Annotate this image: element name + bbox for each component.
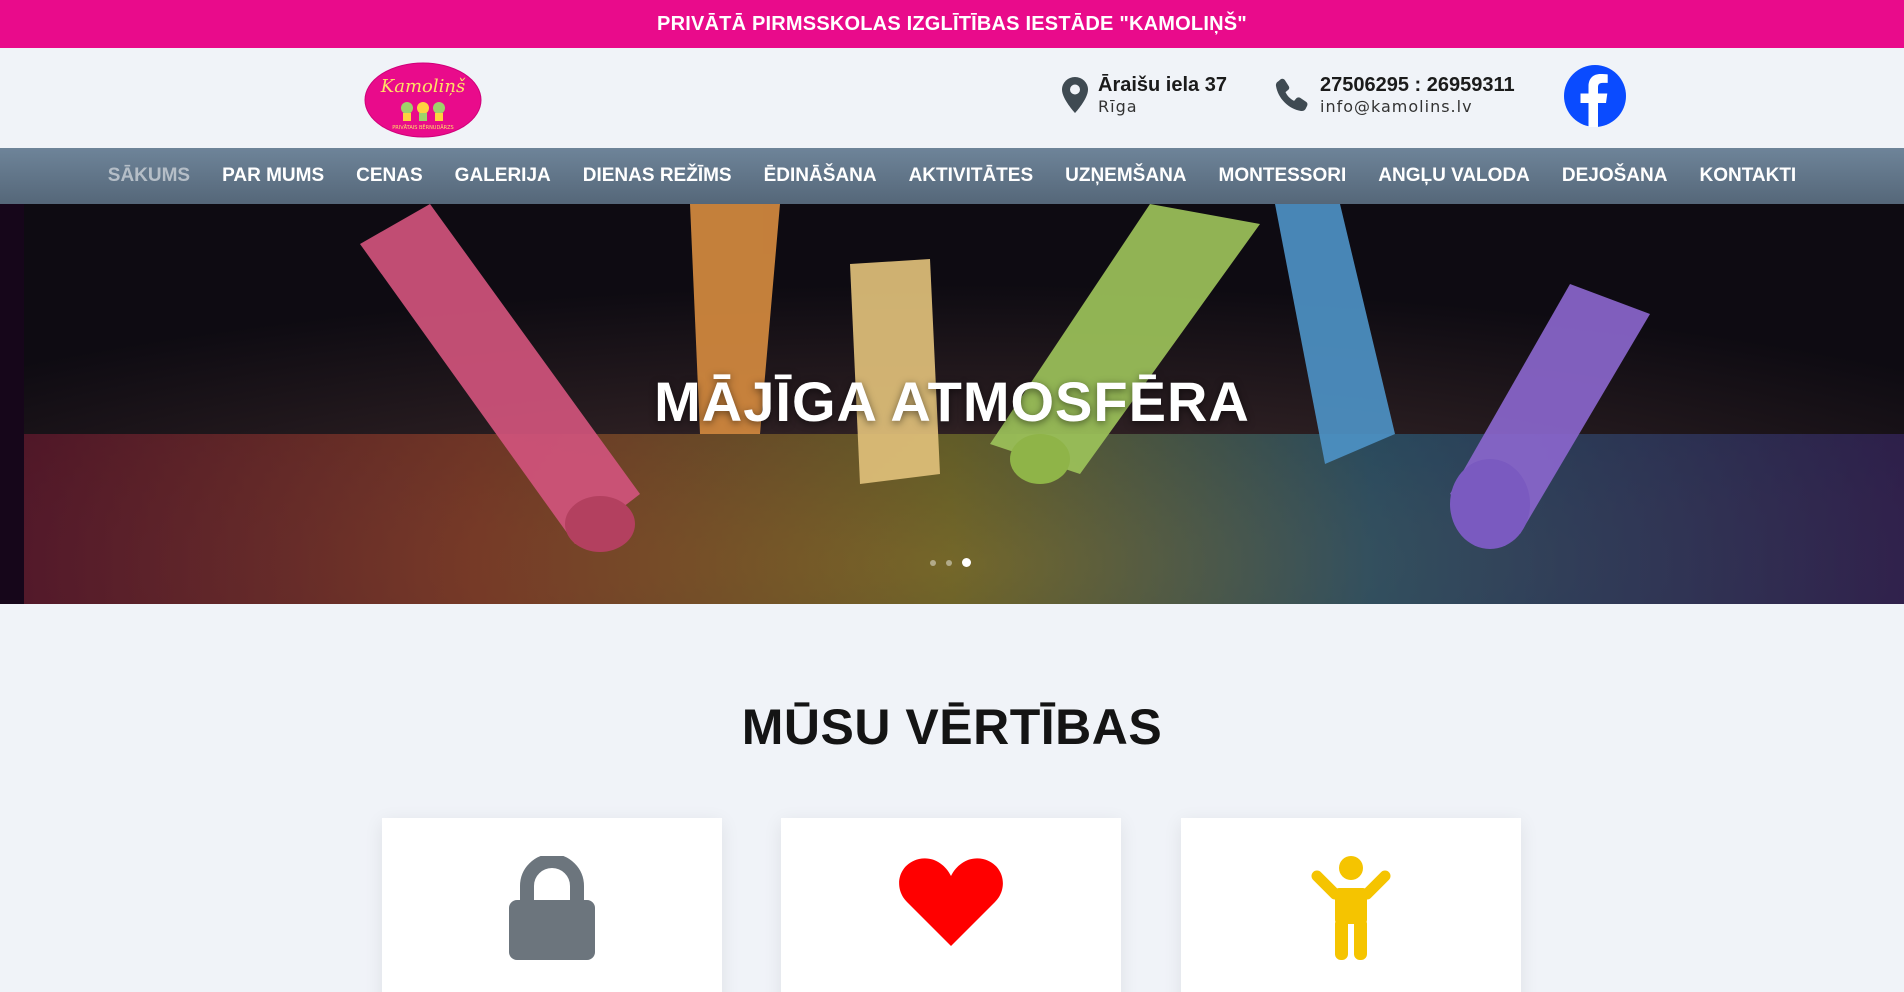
hero-title: MĀJĪGA ATMOSFĒRA bbox=[654, 370, 1250, 433]
nav-item-montessori[interactable]: MONTESSORI bbox=[1219, 165, 1347, 187]
values-section-title: MŪSU VĒRTĪBAS bbox=[741, 699, 1163, 755]
nav-item-galerija[interactable]: GALERIJA bbox=[455, 165, 551, 187]
nav-item-dejosana[interactable]: DEJOŠANA bbox=[1562, 165, 1668, 187]
nav-item-aktivitates[interactable]: AKTIVITĀTES bbox=[909, 165, 1034, 187]
address-block: Āraišu iela 37 Rīga bbox=[1062, 73, 1227, 117]
slider-pagination bbox=[930, 558, 971, 567]
address-street: Āraišu iela 37 bbox=[1098, 74, 1227, 96]
map-pin-icon bbox=[1062, 77, 1088, 113]
nav-item-kontakti[interactable]: KONTAKTI bbox=[1699, 165, 1796, 187]
svg-text:Kamoliņš: Kamoliņš bbox=[380, 76, 466, 97]
lock-icon bbox=[509, 856, 595, 960]
nav-item-par-mums[interactable]: PAR MUMS bbox=[222, 165, 324, 187]
hero-slider[interactable]: MĀJĪGA ATMOSFĒRA bbox=[0, 204, 1904, 604]
nav-item-anglu-valoda[interactable]: ANGĻU VALODA bbox=[1378, 165, 1530, 187]
top-announcement-bar: PRIVĀTĀ PIRMSSKOLAS IZGLĪTĪBAS IESTĀDE "… bbox=[0, 0, 1904, 48]
facebook-icon[interactable] bbox=[1564, 65, 1626, 127]
nav-item-cenas[interactable]: CENAS bbox=[356, 165, 423, 187]
address-city: Rīga bbox=[1098, 97, 1138, 116]
site-header: Kamoliņš PRIVĀTAIS BĒRNUDĀRZS Āraišu iel… bbox=[0, 48, 1904, 148]
value-card-child bbox=[1181, 818, 1521, 992]
slider-dot[interactable] bbox=[946, 559, 952, 566]
svg-text:PRIVĀTAIS BĒRNUDĀRZS: PRIVĀTAIS BĒRNUDĀRZS bbox=[392, 124, 453, 131]
contact-block: 27506295 : 26959311 info@kamolins.lv bbox=[1274, 73, 1515, 117]
email-link[interactable]: info@kamolins.lv bbox=[1320, 97, 1515, 117]
institution-title: PRIVĀTĀ PIRMSSKOLAS IZGLĪTĪBAS IESTĀDE "… bbox=[657, 12, 1247, 35]
slider-dot[interactable] bbox=[930, 559, 936, 566]
kamolins-logo[interactable]: Kamoliņš PRIVĀTAIS BĒRNUDĀRZS bbox=[364, 62, 482, 138]
main-navigation: SĀKUMS PAR MUMS CENAS GALERIJA DIENAS RE… bbox=[0, 148, 1904, 204]
phone-numbers[interactable]: 27506295 : 26959311 bbox=[1320, 73, 1515, 97]
phone-icon bbox=[1275, 78, 1308, 112]
heart-icon bbox=[899, 858, 1003, 946]
nav-item-edinasana[interactable]: ĒDINĀŠANA bbox=[764, 165, 877, 187]
nav-item-uznemsana[interactable]: UZŅEMŠANA bbox=[1065, 165, 1186, 187]
nav-item-dienas-rezims[interactable]: DIENAS REŽĪMS bbox=[583, 165, 732, 187]
child-icon bbox=[1311, 856, 1391, 960]
value-card-safety bbox=[382, 818, 722, 992]
value-card-love bbox=[781, 818, 1121, 992]
slider-dot-active[interactable] bbox=[962, 558, 971, 567]
nav-item-sakums[interactable]: SĀKUMS bbox=[108, 165, 190, 187]
